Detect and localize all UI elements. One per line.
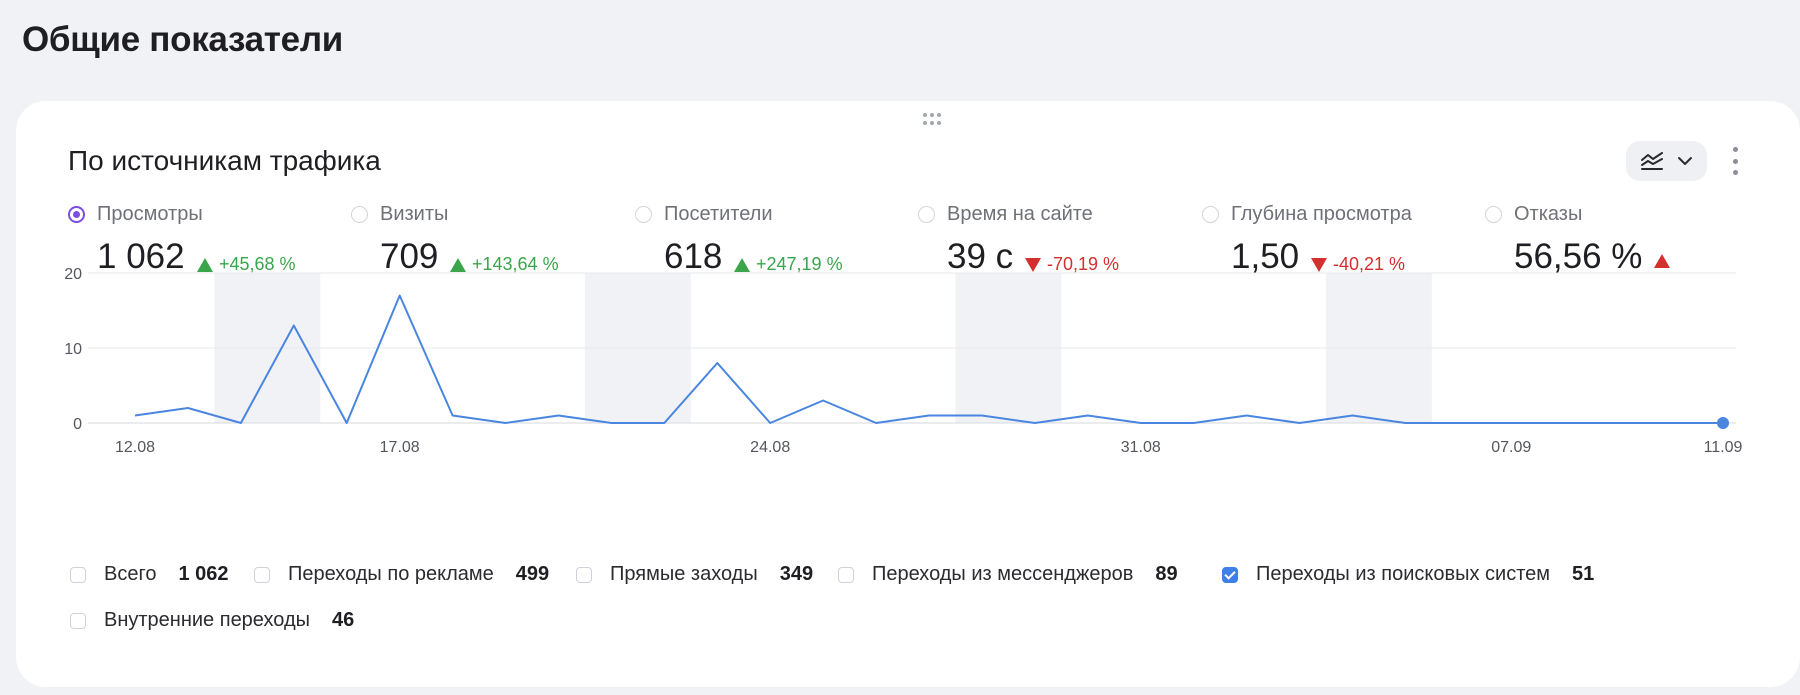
legend-item-total[interactable]: Всего 1 062 [70, 563, 229, 586]
legend-checkbox[interactable] [70, 566, 86, 583]
legend-checkbox[interactable] [70, 612, 86, 629]
metric-time-on-site[interactable]: Время на сайте 39 с -70,19 % [918, 203, 1198, 283]
metric-radio[interactable] [635, 206, 652, 223]
legend-count: 89 [1155, 563, 1178, 585]
x-tick-label: 07.09 [1491, 439, 1531, 456]
x-tick-label: 31.08 [1121, 439, 1161, 456]
y-tick-label: 0 [73, 416, 82, 433]
metric-bounces[interactable]: Отказы 56,56 % [1485, 203, 1765, 283]
legend-checkbox[interactable] [838, 566, 854, 583]
metric-change-text: +45,68 % [219, 254, 296, 274]
metric-change: +247,19 % [734, 254, 843, 275]
legend-checkbox[interactable] [254, 566, 270, 583]
x-tick-label: 24.08 [750, 439, 790, 456]
weekend-band [955, 273, 1062, 423]
chart-type-dropdown[interactable] [1626, 141, 1707, 181]
metric-change: -70,19 % [1025, 254, 1119, 275]
metrics-row: Просмотры 1 062 +45,68 % Визиты 709 +143… [68, 203, 1768, 283]
metric-label: Визиты [380, 203, 449, 225]
trend-arrow-icon [197, 257, 213, 272]
metric-change-text: -40,21 % [1333, 254, 1406, 274]
metric-radio[interactable] [1485, 206, 1502, 223]
more-options-icon[interactable] [1730, 147, 1740, 175]
series-line [134, 294, 1723, 424]
legend-count: 51 [1572, 563, 1595, 585]
metric-change: -40,21 % [1311, 254, 1405, 275]
metric-value: 1,50 [1231, 237, 1300, 276]
metric-change: +143,64 % [450, 254, 559, 275]
x-tick-label: 17.08 [380, 439, 420, 456]
metric-views[interactable]: Просмотры 1 062 +45,68 % [68, 203, 348, 283]
metric-label: Время на сайте [947, 203, 1093, 225]
legend-count: 349 [779, 563, 814, 585]
metric-value: 709 [380, 237, 439, 276]
metric-label: Посетители [664, 203, 773, 225]
weekend-band [584, 273, 691, 423]
page-title: Общие показатели [22, 20, 343, 59]
metric-label: Отказы [1514, 203, 1583, 225]
metric-visitors[interactable]: Посетители 618 +247,19 % [635, 203, 915, 283]
trend-arrow-icon [450, 257, 466, 272]
metric-change-text: +143,64 % [472, 254, 559, 274]
x-tick-label: 11.09 [1704, 439, 1743, 456]
data-point [1717, 417, 1729, 429]
legend-item-internal[interactable]: Внутренние переходы 46 [70, 609, 354, 632]
drag-handle-icon[interactable] [923, 113, 941, 125]
metric-label: Просмотры [97, 203, 203, 225]
legend-item-messengers[interactable]: Переходы из мессенджеров 89 [838, 563, 1178, 586]
weekend-band [1326, 273, 1432, 423]
trend-arrow-icon [1025, 257, 1041, 272]
legend-checkbox[interactable] [1222, 566, 1238, 583]
legend-label: Переходы из поисковых систем [1256, 563, 1551, 585]
metric-change: +45,68 % [197, 254, 296, 275]
metric-change [1654, 254, 1676, 268]
metric-value: 1 062 [97, 237, 185, 276]
chevron-down-icon [1677, 156, 1693, 166]
legend-label: Переходы по рекламе [288, 563, 494, 585]
y-tick-label: 10 [64, 341, 82, 358]
metric-change-text: -70,19 % [1047, 254, 1120, 274]
metric-value: 39 с [947, 237, 1014, 276]
weekend-band [214, 273, 321, 423]
trend-arrow-icon [1654, 254, 1670, 268]
metric-value: 56,56 % [1514, 237, 1643, 276]
legend-label: Прямые заходы [610, 563, 758, 585]
traffic-sources-card: По источникам трафика Просмотры 1 062 +4… [16, 101, 1800, 687]
legend-count: 1 062 [178, 563, 229, 585]
metric-radio[interactable] [351, 206, 368, 223]
legend-item-search[interactable]: Переходы из поисковых систем 51 [1222, 563, 1594, 586]
metric-change-text: +247,19 % [756, 254, 843, 274]
legend: Всего 1 062 Переходы по рекламе 499 Прям… [70, 563, 1770, 655]
legend-item-ads[interactable]: Переходы по рекламе 499 [254, 563, 549, 586]
metric-radio[interactable] [1202, 206, 1219, 223]
legend-checkbox[interactable] [576, 566, 592, 583]
legend-count: 499 [515, 563, 550, 585]
card-title: По источникам трафика [68, 145, 381, 176]
metric-visits[interactable]: Визиты 709 +143,64 % [351, 203, 631, 283]
legend-label: Переходы из мессенджеров [872, 563, 1134, 585]
metric-radio[interactable] [918, 206, 935, 223]
metric-depth[interactable]: Глубина просмотра 1,50 -40,21 % [1202, 203, 1482, 283]
metric-value: 618 [664, 237, 723, 276]
trend-arrow-icon [1311, 257, 1327, 272]
metric-radio[interactable] [68, 206, 85, 223]
legend-count: 46 [332, 609, 355, 631]
legend-label: Внутренние переходы [104, 609, 310, 631]
legend-item-direct[interactable]: Прямые заходы 349 [576, 563, 813, 586]
legend-label: Всего [104, 563, 157, 585]
trend-arrow-icon [734, 257, 750, 272]
area-chart-icon [1640, 152, 1663, 170]
metric-label: Глубина просмотра [1231, 203, 1412, 225]
x-tick-label: 12.08 [115, 439, 155, 456]
